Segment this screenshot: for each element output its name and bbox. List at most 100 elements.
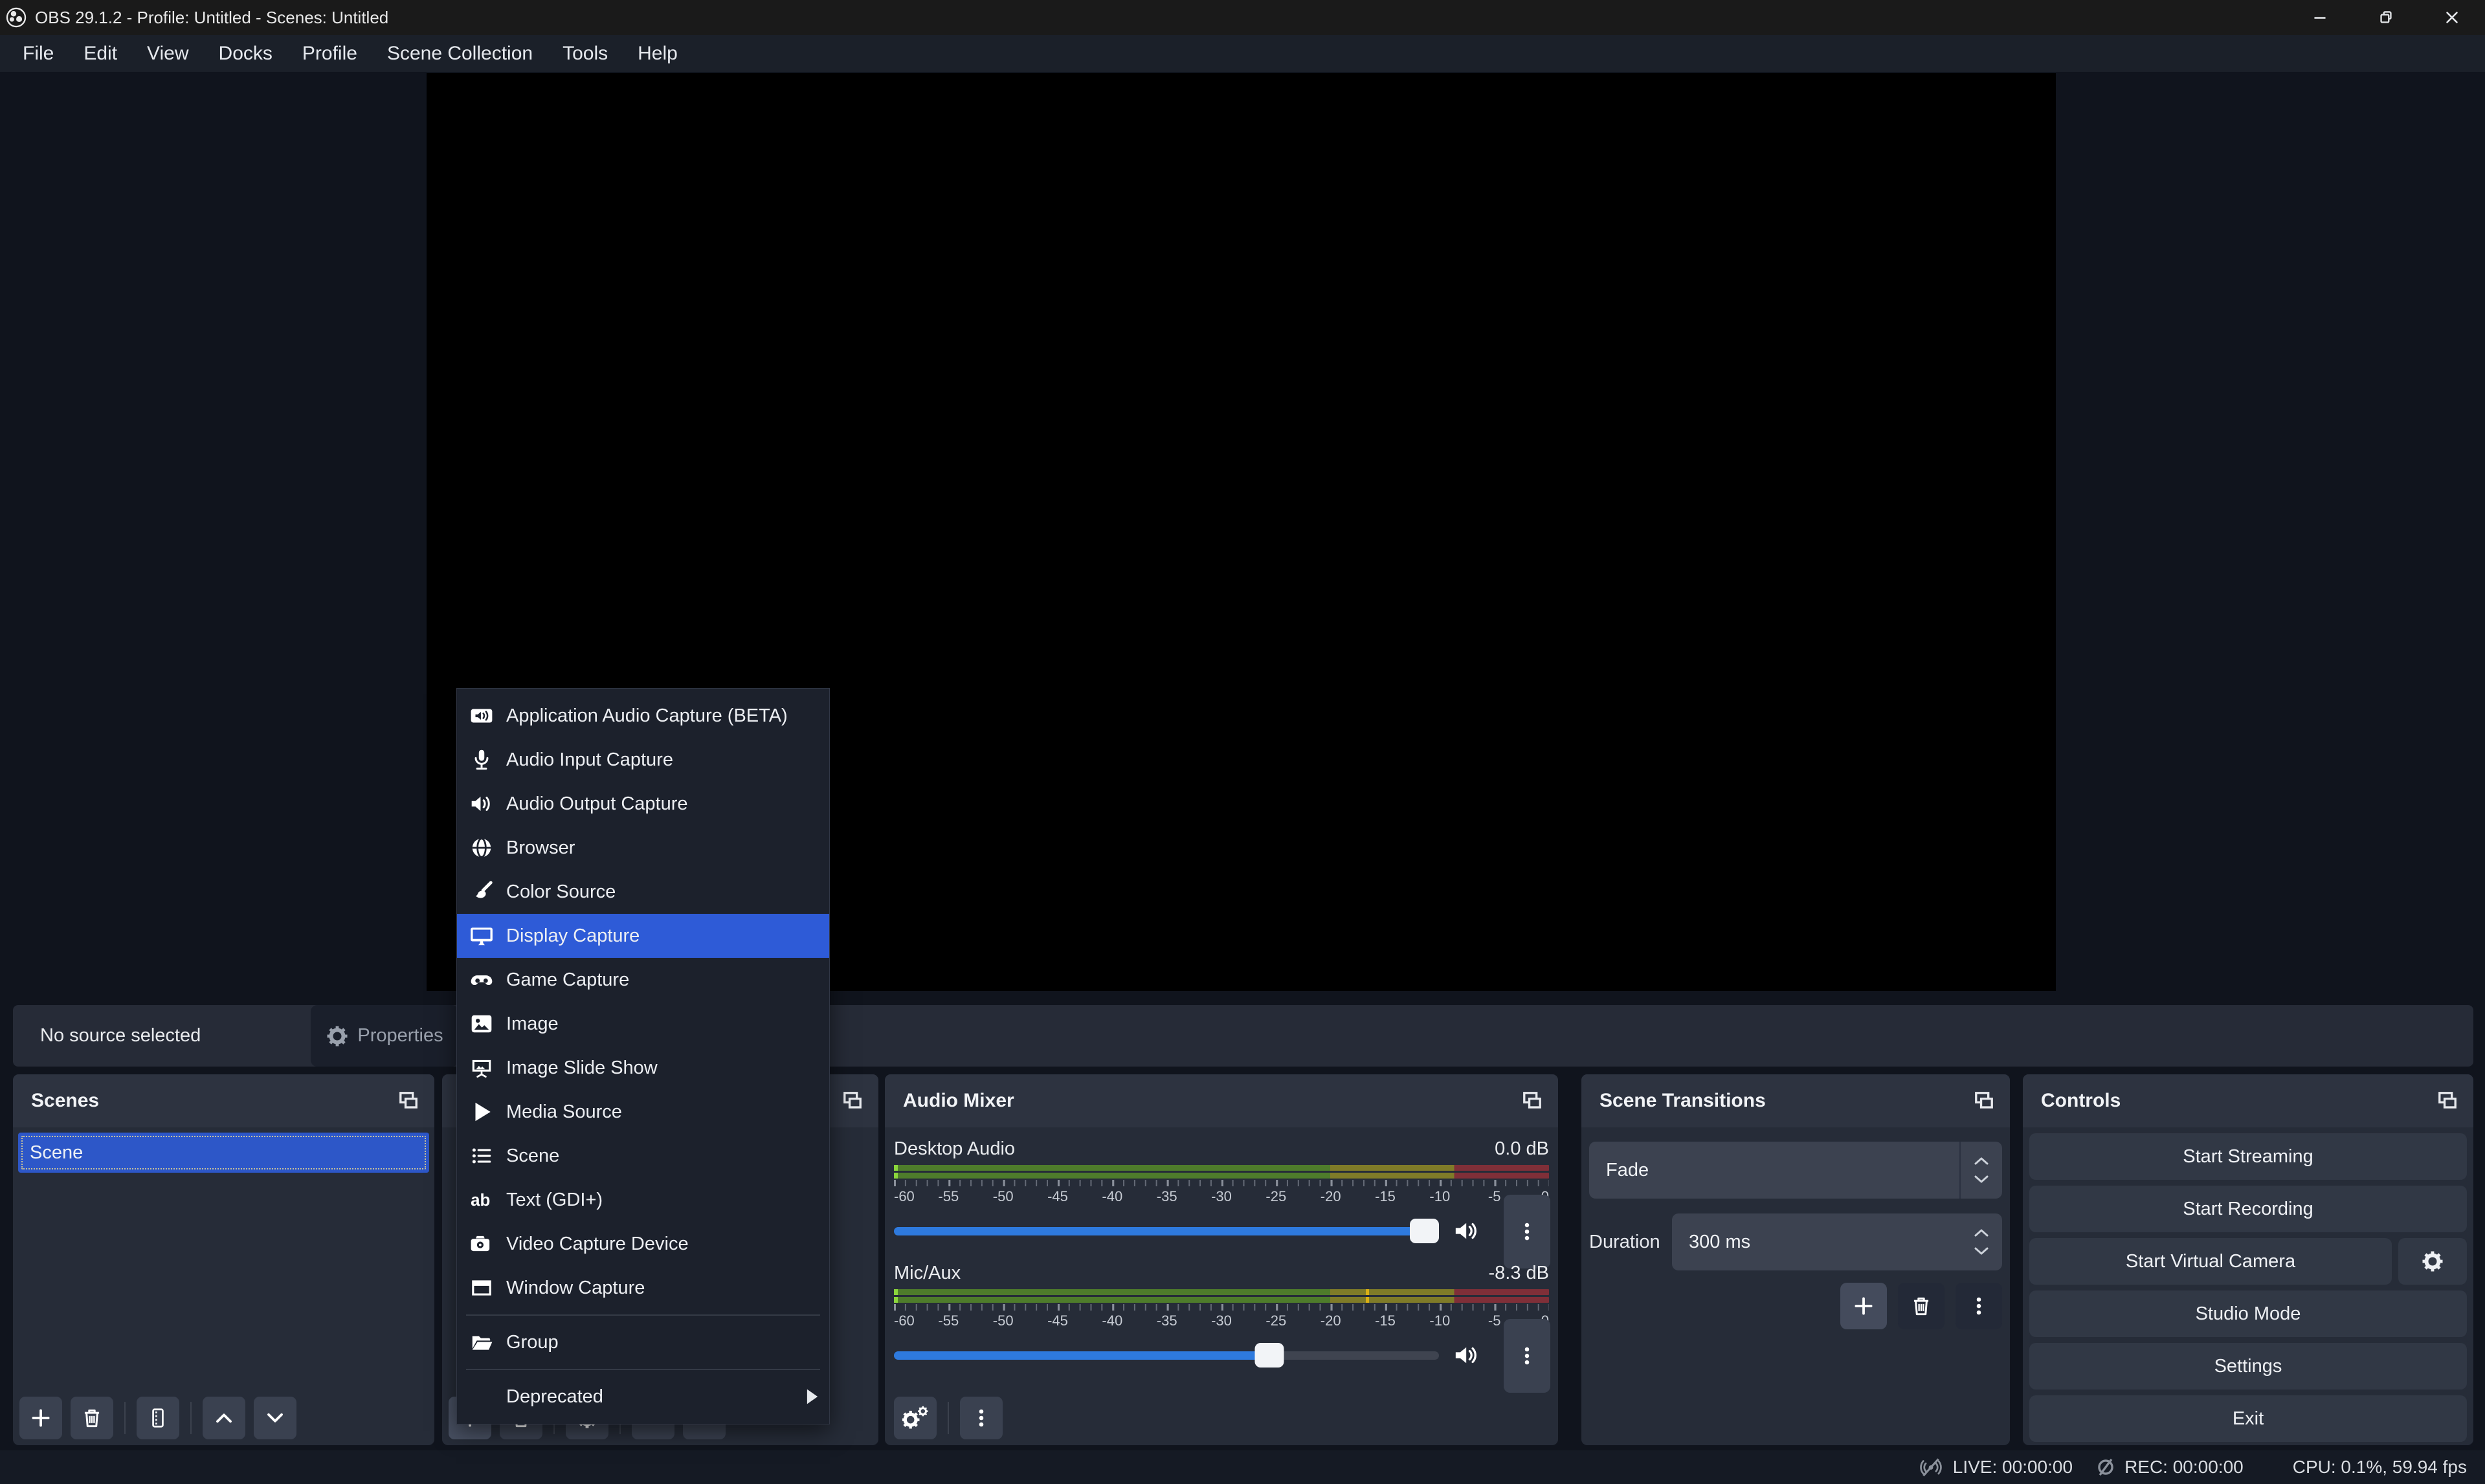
tick-label: -20 [1321,1188,1341,1205]
volume-slider[interactable] [894,1227,1439,1235]
add-button[interactable] [19,1397,62,1439]
scenes-panel-header: Scenes [13,1074,434,1127]
tick-label: -50 [993,1312,1014,1329]
virtual-camera-config-button[interactable] [2398,1238,2467,1285]
menubar-item-file[interactable]: File [8,35,69,72]
vu-meter [894,1297,1549,1303]
advanced-audio-button[interactable] [894,1397,937,1439]
duration-input[interactable]: 300 ms [1672,1213,2002,1270]
menu-item-label: Scene [506,1146,559,1167]
menubar-item-scene-collection[interactable]: Scene Collection [372,35,548,72]
menu-item-media-source[interactable]: Media Source [457,1090,829,1134]
restore-button[interactable] [2353,0,2419,35]
cpu-status: CPU: 0.1%, 59.94 fps [2293,1457,2467,1478]
menu-item-browser[interactable]: Browser [457,826,829,870]
menubar-item-view[interactable]: View [132,35,203,72]
spin-up-icon[interactable] [1973,1156,1990,1166]
transition-value: Fade [1606,1160,1649,1181]
spin-down-icon[interactable] [1973,1246,1990,1256]
meter-tick-labels: -60-55-50-45-40-35-30-25-20-15-10-50 [894,1187,1549,1208]
settings-button[interactable]: Settings [2029,1343,2467,1390]
menu-item-application-audio-capture-beta[interactable]: Application Audio Capture (BETA) [457,694,829,738]
tick-label: -50 [993,1188,1014,1205]
kebab-icon [969,1406,994,1430]
filters-button[interactable] [137,1397,179,1439]
tick-label: -20 [1321,1312,1341,1329]
studio-mode-button[interactable]: Studio Mode [2029,1290,2467,1337]
add-button[interactable] [1840,1283,1887,1329]
gear-icon [326,1024,349,1048]
tick-label: -5 [1488,1312,1501,1329]
vu-meter [894,1173,1549,1179]
slider-handle[interactable] [1255,1343,1284,1368]
properties-button[interactable]: Properties [311,1005,458,1067]
channel-options-button[interactable] [1504,1195,1550,1268]
menubar-item-help[interactable]: Help [623,35,693,72]
color-source-icon [467,880,496,904]
live-status: LIVE: 00:00:00 [1917,1454,2073,1480]
spin-down-icon[interactable] [1973,1174,1990,1184]
slider-handle[interactable] [1410,1219,1439,1243]
rec-time: REC: 00:00:00 [2124,1457,2244,1478]
remove-button[interactable] [71,1397,113,1439]
move-down-button[interactable] [254,1397,296,1439]
minimize-button[interactable] [2287,0,2353,35]
move-up-button[interactable] [203,1397,245,1439]
tick-label: -40 [1102,1312,1122,1329]
popout-icon[interactable] [1971,1089,1997,1113]
start-streaming-button[interactable]: Start Streaming [2029,1133,2467,1180]
popout-icon[interactable] [2435,1089,2460,1113]
tick-label: -5 [1488,1188,1501,1205]
menubar-item-profile[interactable]: Profile [287,35,372,72]
speaker-icon[interactable] [1452,1342,1479,1369]
menu-item-group[interactable]: Group [457,1320,829,1364]
exit-button[interactable]: Exit [2029,1395,2467,1442]
channel-header: Mic/Aux-8.3 dB [894,1258,1549,1288]
menu-item-scene[interactable]: Scene [457,1134,829,1178]
menu-item-image-slide-show[interactable]: Image Slide Show [457,1046,829,1090]
scene-list-item[interactable]: Scene [18,1133,429,1173]
speaker-icon[interactable] [1452,1217,1479,1245]
channel-level-db: -8.3 dB [1489,1263,1550,1284]
scene-transitions-header: Scene Transitions [1581,1074,2010,1127]
media-source-icon [467,1100,496,1124]
tick-label: -60 [894,1312,915,1329]
transition-spinner [1959,1142,2002,1199]
status-bar: LIVE: 00:00:00 REC: 00:00:00 CPU: 0.1%, … [0,1450,2485,1484]
close-button[interactable] [2419,0,2485,35]
add-source-menu: Application Audio Capture (BETA) Audio In… [456,688,830,1424]
menu-item-video-capture-device[interactable]: Video Capture Device [457,1222,829,1266]
tick-label: -55 [938,1312,959,1329]
filters-icon [146,1406,170,1430]
options-button[interactable] [1956,1283,2002,1329]
menubar-item-docks[interactable]: Docks [204,35,287,72]
menu-item-window-capture[interactable]: Window Capture [457,1266,829,1310]
menu-item-image[interactable]: Image [457,1002,829,1046]
popout-icon[interactable] [1519,1089,1545,1113]
menu-item-deprecated[interactable]: Deprecated [457,1375,829,1419]
menu-item-color-source[interactable]: Color Source [457,870,829,914]
menubar-item-tools[interactable]: Tools [548,35,623,72]
audio-input-capture-icon [467,748,496,772]
transition-select[interactable]: Fade [1589,1142,2002,1199]
popout-icon[interactable] [840,1089,865,1113]
menu-item-text-gdi[interactable]: abText (GDI+) [457,1178,829,1222]
transitions-toolbar [1589,1283,2002,1329]
menu-item-label: Audio Input Capture [506,749,673,771]
menubar-item-edit[interactable]: Edit [69,35,132,72]
popout-icon[interactable] [396,1089,421,1113]
start-recording-button[interactable]: Start Recording [2029,1186,2467,1232]
menu-item-game-capture[interactable]: Game Capture [457,958,829,1002]
tick-label: -10 [1429,1312,1450,1329]
start-virtual-camera-button[interactable]: Start Virtual Camera [2029,1238,2392,1285]
menu-item-audio-input-capture[interactable]: Audio Input Capture [457,738,829,782]
remove-button[interactable] [1898,1283,1945,1329]
spin-up-icon[interactable] [1973,1228,1990,1238]
options-button[interactable] [960,1397,1003,1439]
menu-item-label: Audio Output Capture [506,793,688,815]
menu-item-display-capture[interactable]: Display Capture [457,914,829,958]
volume-slider[interactable] [894,1351,1439,1360]
menu-item-audio-output-capture[interactable]: Audio Output Capture [457,782,829,826]
plus-icon [1851,1294,1876,1318]
channel-options-button[interactable] [1504,1319,1550,1393]
